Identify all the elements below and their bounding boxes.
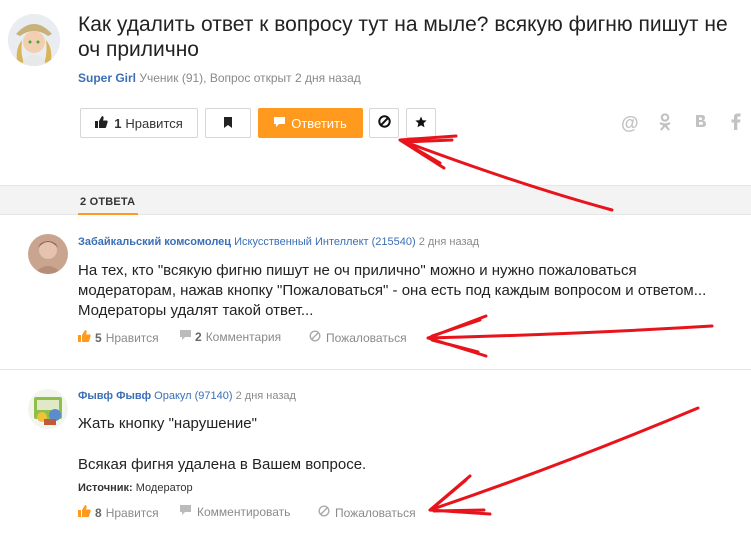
answer-like-label: Нравится [105, 505, 159, 520]
answer-comments-label: Комментария [205, 330, 282, 344]
vkontakte-icon[interactable] [694, 113, 708, 134]
answers-tab-bar: 2 ОТВЕТА [0, 185, 751, 215]
like-label: Нравится [125, 115, 183, 131]
thumbs-up-icon [78, 330, 91, 345]
answer-report-button[interactable]: Пожаловаться [318, 505, 416, 520]
thumbs-up-icon [78, 505, 91, 520]
answer-source: Источник: Модератор [78, 482, 193, 494]
at-icon[interactable]: @ [621, 113, 639, 134]
answer-source-value: Модератор [135, 482, 193, 494]
comment-icon [180, 505, 191, 519]
answer-author-rank[interactable]: Искусственный Интеллект (215540) [234, 236, 416, 248]
answer-text-line: Жать кнопку "нарушение" [78, 415, 257, 432]
bookmark-icon [223, 116, 233, 131]
tab-active-indicator [78, 213, 138, 215]
answer-time: 2 дня назад [235, 390, 296, 402]
answer-text-line: Всякая фигня удалена в Вашем вопросе. [78, 456, 367, 473]
answer-text: Всякая фигня удалена в Вашем вопросе. [78, 455, 748, 475]
comment-icon [180, 330, 191, 344]
thumbs-up-icon [95, 115, 108, 131]
question-meta-text: Ученик (91), Вопрос открыт 2 дня назад [139, 71, 361, 85]
answer-like-button[interactable]: 5 Нравится [78, 330, 159, 345]
answer-like-button[interactable]: 8 Нравится [78, 505, 159, 520]
star-icon [415, 116, 427, 131]
arrow-to-answer-report [426, 314, 714, 358]
odnoklassniki-icon[interactable] [658, 113, 672, 136]
answer-like-count: 5 [95, 330, 102, 345]
bookmark-button[interactable] [205, 108, 251, 138]
answer-like-count: 8 [95, 505, 102, 520]
answer-meta: Фывф Фывф Оракул (97140) 2 дня назад [78, 390, 296, 402]
question-meta: Super Girl Ученик (91), Вопрос открыт 2 … [78, 71, 361, 85]
reply-icon [274, 116, 286, 131]
answer-report-label: Пожаловаться [326, 330, 407, 345]
answer-comments-button[interactable]: 2 Комментария [180, 330, 281, 344]
answer-author-avatar[interactable] [28, 389, 68, 429]
answer-author-link[interactable]: Забайкальский комсомолец [78, 236, 231, 248]
answer-source-label: Источник: [78, 482, 133, 494]
favorite-button[interactable] [406, 108, 436, 138]
report-icon [377, 115, 391, 131]
answer-comments-button[interactable]: Комментировать [180, 505, 290, 519]
like-count: 1 [114, 115, 122, 131]
answer-time: 2 дня назад [418, 236, 480, 248]
report-icon [309, 330, 321, 345]
answer-report-label: Пожаловаться [335, 505, 416, 520]
answer-label: Ответить [291, 115, 347, 131]
answer-comments-label: Комментировать [197, 505, 291, 519]
answer-text-line: Модераторы удалят такой ответ... [78, 302, 314, 319]
answer-author-rank[interactable]: Оракул (97140) [154, 390, 232, 402]
tab-answers[interactable]: 2 ОТВЕТА [80, 196, 135, 208]
answer-like-label: Нравится [105, 330, 159, 345]
answer-text: Жать кнопку "нарушение" [78, 414, 748, 434]
answer-author-link[interactable]: Фывф Фывф [78, 390, 151, 402]
answer-divider [0, 369, 751, 370]
like-button[interactable]: 1 Нравится [80, 108, 198, 138]
question-author-avatar[interactable] [8, 14, 60, 66]
answer-meta: Забайкальский комсомолец Искусственный И… [78, 236, 479, 248]
report-icon [318, 505, 330, 520]
facebook-icon[interactable] [731, 113, 741, 135]
answer-text-line: модераторам, нажав кнопку "Пожаловаться"… [78, 282, 707, 299]
report-button[interactable] [369, 108, 399, 138]
answer-button[interactable]: Ответить [258, 108, 363, 138]
answer-text: На тех, кто "всякую фигню пишут не оч пр… [78, 261, 748, 321]
answer-comments-count: 2 [195, 330, 202, 344]
question-title: Как удалить ответ к вопросу тут на мыле?… [78, 13, 728, 61]
answer-report-button[interactable]: Пожаловаться [309, 330, 407, 345]
answer-author-avatar[interactable] [28, 234, 68, 274]
answer-text-line: На тех, кто "всякую фигню пишут не оч пр… [78, 262, 637, 279]
question-author-link[interactable]: Super Girl [78, 71, 136, 85]
